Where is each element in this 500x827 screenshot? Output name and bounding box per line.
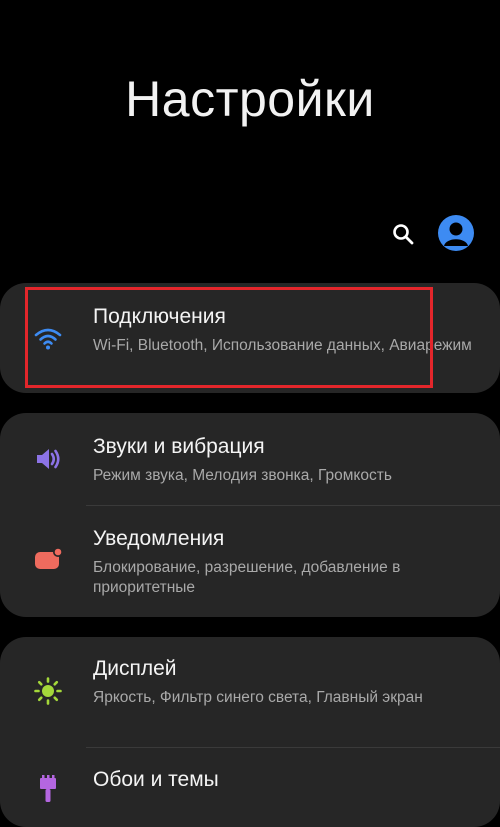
settings-item-notifications[interactable]: Уведомления Блокирование, разрешение, до… — [0, 505, 500, 617]
settings-item-title: Подключения — [93, 305, 226, 328]
settings-item-subtitle: Режим звука, Мелодия звонка, Громкость — [93, 467, 392, 484]
connections-card: Подключения Wi-Fi, Bluetooth, Использова… — [0, 283, 500, 393]
notification-icon — [32, 543, 64, 575]
settings-item-title: Обои и темы — [93, 768, 219, 791]
display-card: Дисплей Яркость, Фильтр синего света, Гл… — [0, 637, 500, 827]
brightness-icon — [32, 675, 64, 707]
settings-item-title: Уведомления — [93, 527, 225, 550]
settings-item-subtitle: Блокирование, разрешение, добавление в п… — [93, 559, 401, 596]
search-button[interactable] — [386, 217, 420, 251]
profile-button[interactable] — [438, 215, 474, 251]
search-icon — [393, 224, 414, 245]
settings-item-subtitle: Яркость, Фильтр синего света, Главный эк… — [93, 689, 423, 706]
speaker-icon — [32, 443, 64, 475]
settings-item-wallpapers[interactable]: Обои и темы — [0, 747, 500, 827]
sound-notifications-card: Звуки и вибрация Режим звука, Мелодия зв… — [0, 413, 500, 617]
settings-item-sounds[interactable]: Звуки и вибрация Режим звука, Мелодия зв… — [0, 413, 500, 505]
settings-item-title: Звуки и вибрация — [93, 435, 265, 458]
settings-item-display[interactable]: Дисплей Яркость, Фильтр синего света, Гл… — [0, 637, 500, 747]
settings-item-subtitle: Wi-Fi, Bluetooth, Использование данных, … — [93, 337, 472, 354]
settings-item-title: Дисплей — [93, 657, 177, 680]
page-title: Настройки — [125, 71, 375, 127]
account-icon — [444, 222, 468, 246]
wifi-icon — [32, 322, 64, 354]
brush-icon — [32, 773, 64, 805]
settings-item-connections[interactable]: Подключения Wi-Fi, Bluetooth, Использова… — [0, 283, 500, 393]
